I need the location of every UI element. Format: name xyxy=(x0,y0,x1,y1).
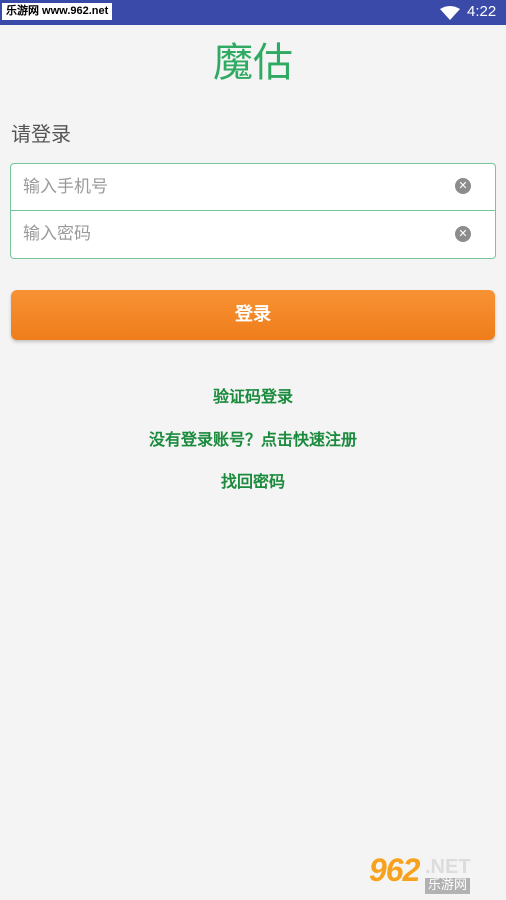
phone-input[interactable] xyxy=(23,172,443,202)
register-link[interactable]: 没有登录账号？点击快速注册 xyxy=(0,426,506,450)
watermark-suffix: .NET xyxy=(425,856,471,878)
login-form: ✕ ✕ xyxy=(10,163,496,259)
clear-password-icon[interactable]: ✕ xyxy=(455,226,471,242)
watermark-label: 乐游网 www.962.net xyxy=(2,3,113,20)
recover-password-link[interactable]: 找回密码 xyxy=(0,468,506,492)
watermark-logo: 962 .NET 乐游网 xyxy=(367,852,497,896)
status-bar: 乐游网 www.962.net 4:22 xyxy=(0,0,506,25)
watermark-name: 乐游网 xyxy=(425,878,471,894)
sms-login-link[interactable]: 验证码登录 xyxy=(0,383,506,407)
login-button[interactable]: 登录 xyxy=(11,290,495,340)
wifi-icon xyxy=(440,6,460,20)
clear-phone-icon[interactable]: ✕ xyxy=(455,178,471,194)
clock: 4:22 xyxy=(467,3,497,20)
app-title: 魔估 xyxy=(213,40,293,86)
login-heading: 请登录 xyxy=(11,122,71,146)
watermark-number: 962 xyxy=(369,852,420,888)
field-divider xyxy=(11,210,495,211)
password-input[interactable] xyxy=(23,219,443,249)
